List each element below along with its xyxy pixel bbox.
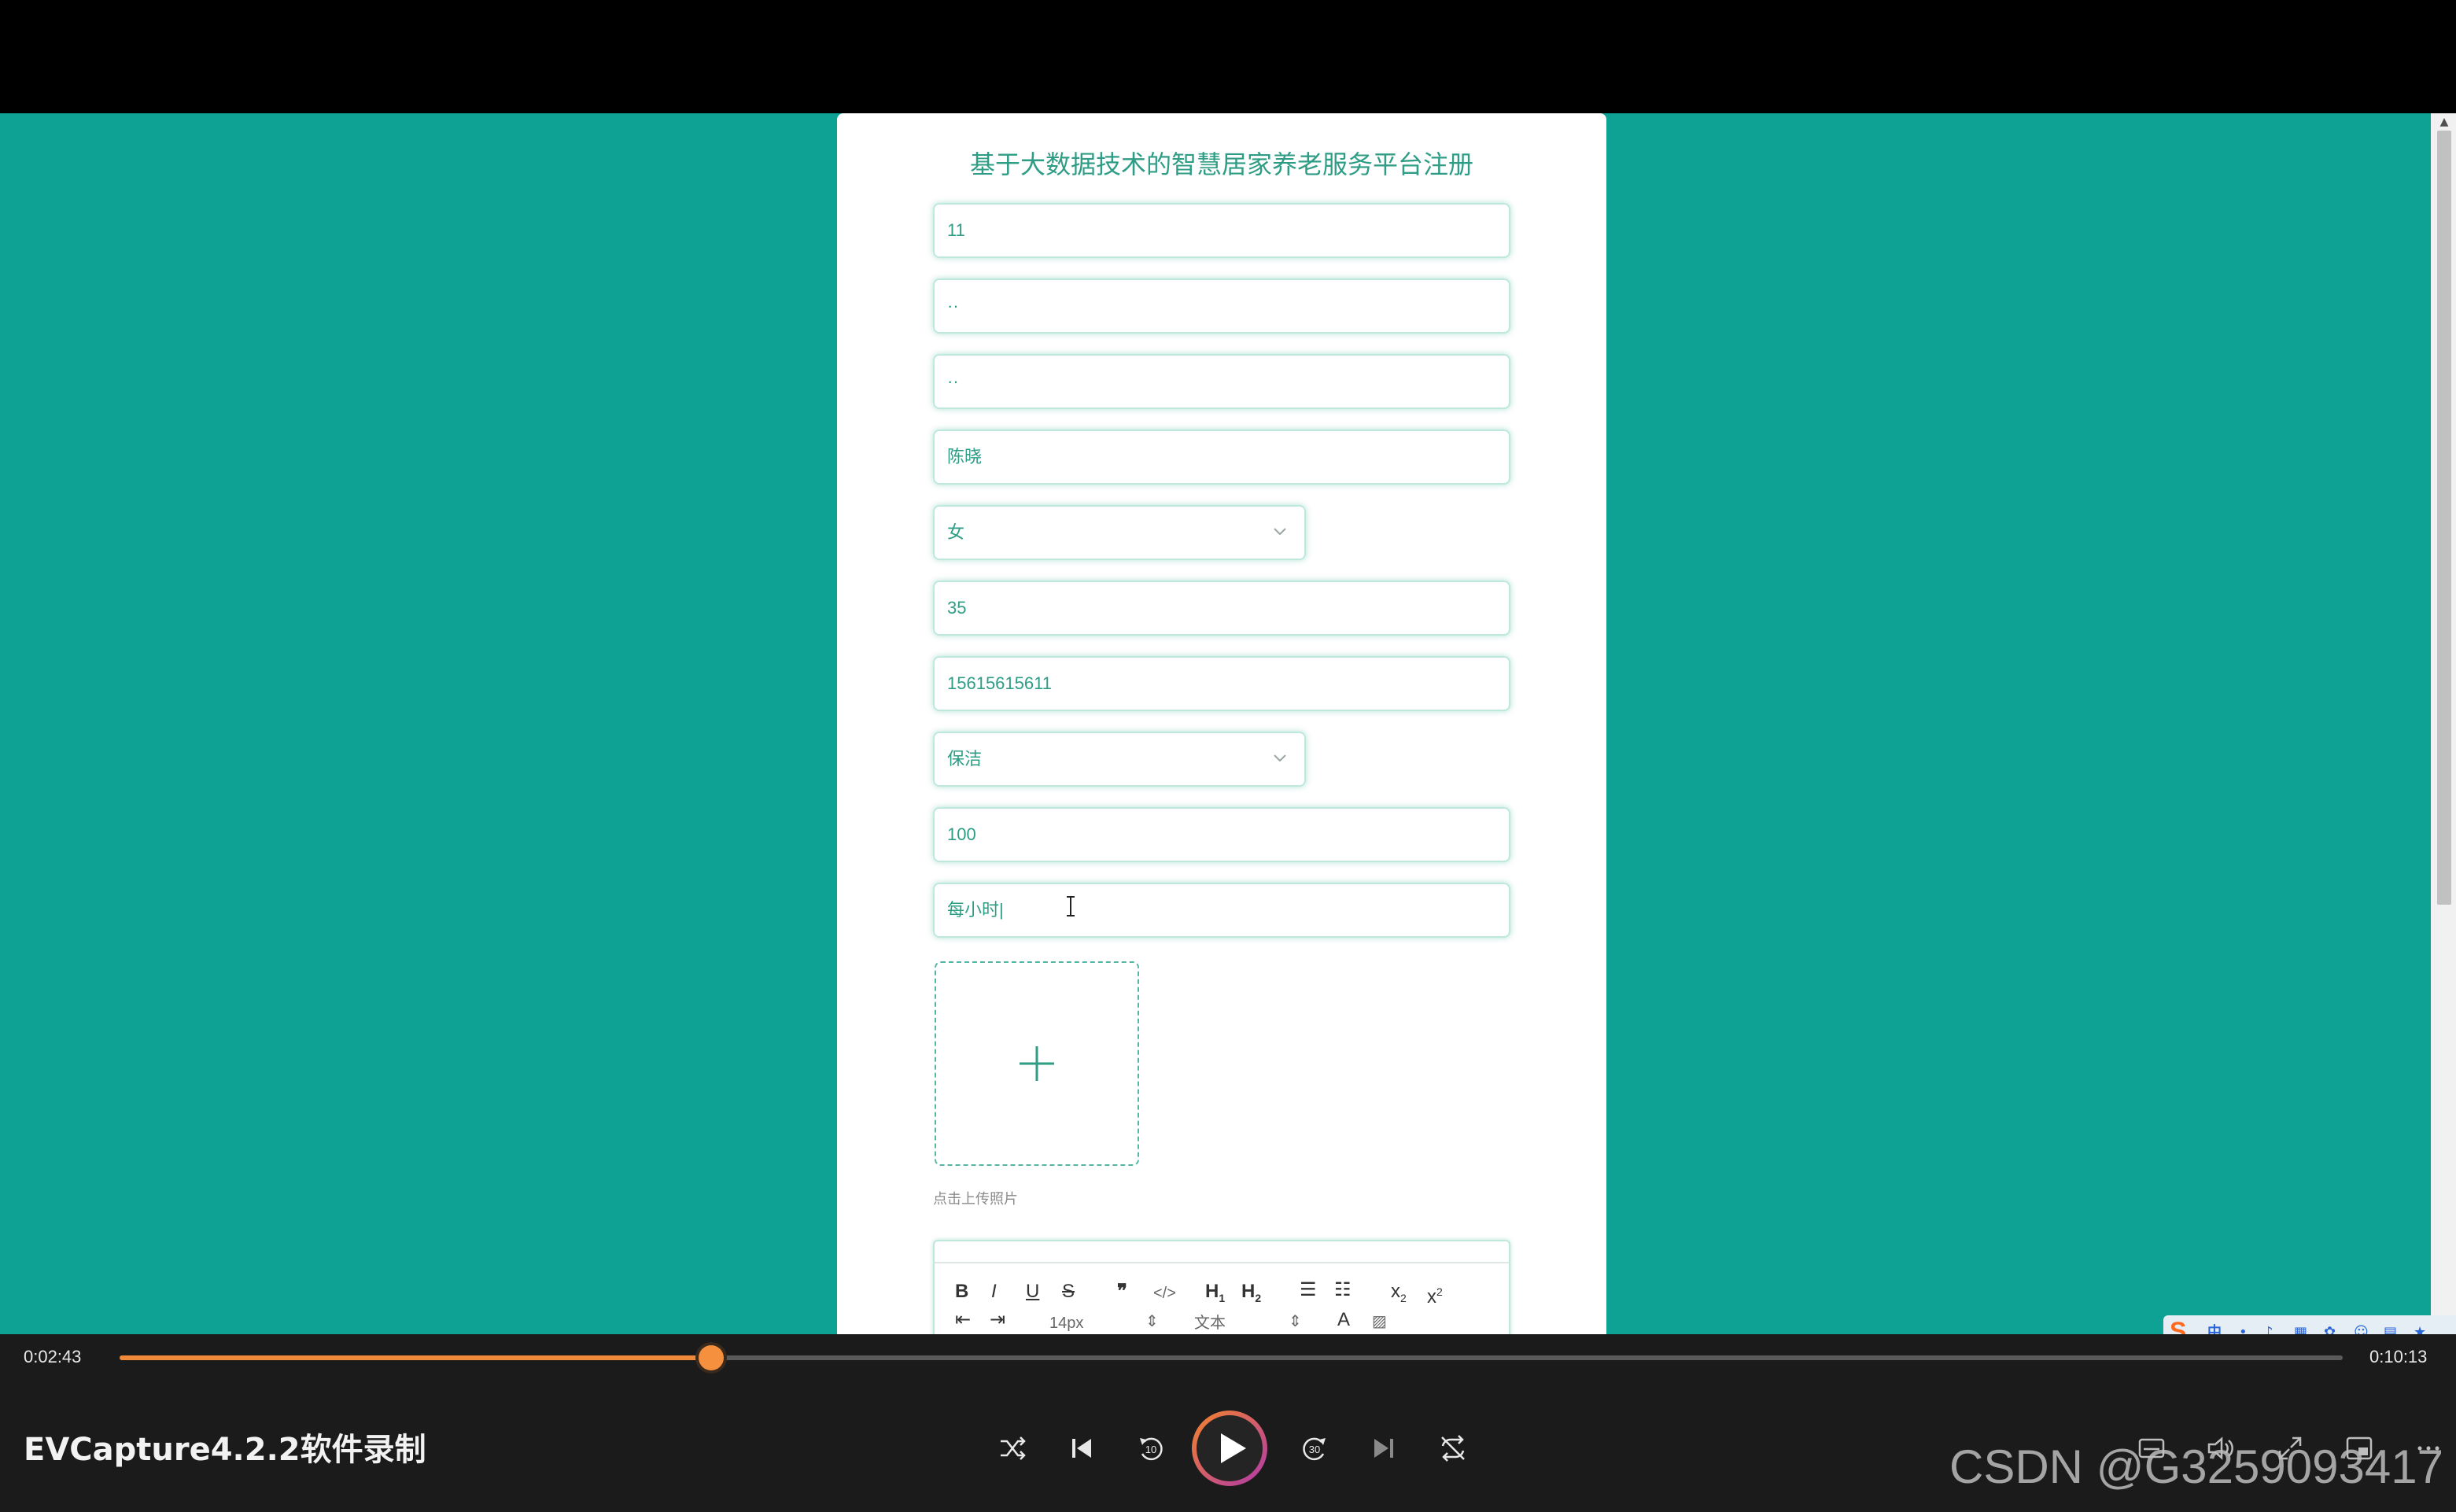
name-value: 陈晓 — [947, 447, 983, 467]
chevron-down-icon — [1274, 754, 1286, 762]
password-value: ·· — [947, 296, 959, 315]
heading1-icon[interactable]: H1 — [1205, 1281, 1225, 1309]
chevron-down-icon — [1274, 528, 1286, 536]
previous-track-icon[interactable] — [1064, 1430, 1100, 1466]
block-type-select[interactable]: 文本 — [1194, 1312, 1226, 1334]
gender-select[interactable]: 女 — [933, 505, 1306, 560]
name-input[interactable]: 陈晓 — [933, 430, 1510, 485]
progress-fill — [120, 1355, 711, 1360]
strikethrough-icon[interactable]: S — [1062, 1281, 1075, 1303]
progress-knob[interactable] — [699, 1345, 724, 1370]
current-time: 0:02:43 — [24, 1347, 82, 1366]
underline-icon[interactable]: U — [1026, 1281, 1039, 1303]
age-value: 35 — [947, 598, 967, 618]
shuffle-icon[interactable] — [994, 1430, 1031, 1466]
subscript-icon[interactable]: x2 — [1391, 1281, 1407, 1309]
photo-upload-button[interactable] — [935, 961, 1139, 1166]
bullet-list-icon[interactable]: ☷ — [1334, 1279, 1352, 1301]
indent-icon[interactable]: ⇥ — [990, 1309, 1005, 1331]
heading2-icon[interactable]: H2 — [1241, 1281, 1261, 1309]
price-unit-value: 每小时| — [947, 900, 1004, 920]
rewind-10-icon[interactable]: 10 — [1133, 1430, 1169, 1466]
editor-divider — [935, 1262, 1509, 1263]
font-color-icon[interactable]: A — [1337, 1309, 1350, 1331]
bold-icon[interactable]: B — [955, 1281, 968, 1303]
next-track-icon[interactable] — [1366, 1430, 1402, 1466]
password-input[interactable]: ·· — [933, 278, 1510, 334]
total-time: 0:10:13 — [2369, 1347, 2428, 1366]
svg-text:10: 10 — [1145, 1444, 1156, 1455]
plus-icon — [1020, 1046, 1054, 1081]
outdent-icon[interactable]: ⇤ — [955, 1309, 971, 1331]
background-color-icon[interactable]: ▨ — [1372, 1311, 1387, 1333]
play-button[interactable] — [1191, 1410, 1268, 1487]
font-size-chevron-icon: ⇕ — [1145, 1313, 1159, 1330]
registration-panel: 基于大数据技术的智慧居家养老服务平台注册 11 ·· ·· 陈晓 女 35 15… — [837, 113, 1606, 1397]
text-cursor-icon — [1067, 896, 1075, 916]
repeat-off-icon[interactable] — [1435, 1430, 1471, 1466]
upload-hint: 点击上传照片 — [933, 1191, 1018, 1207]
service-type-select[interactable]: 保洁 — [933, 732, 1306, 787]
svg-text:30: 30 — [1309, 1444, 1320, 1455]
phone-value: 15615615611 — [947, 673, 1052, 693]
video-title: EVCapture4.2.2软件录制 — [24, 1432, 426, 1468]
font-size-select[interactable]: 14px — [1049, 1312, 1083, 1334]
scroll-up-arrow-icon[interactable]: ▲ — [2437, 116, 2451, 127]
italic-icon[interactable]: I — [991, 1281, 997, 1303]
forward-30-icon[interactable]: 30 — [1296, 1430, 1333, 1466]
block-type-chevron-icon: ⇕ — [1289, 1313, 1302, 1330]
username-value: 11 — [947, 220, 965, 240]
video-letterbox-top — [0, 0, 2456, 113]
code-icon[interactable]: </> — [1153, 1282, 1176, 1304]
ordered-list-icon[interactable]: ☰ — [1300, 1279, 1317, 1301]
service-type-value: 保洁 — [947, 749, 983, 769]
age-input[interactable]: 35 — [933, 581, 1510, 636]
price-value: 100 — [947, 824, 976, 844]
page-title: 基于大数据技术的智慧居家养老服务平台注册 — [969, 149, 1473, 179]
price-unit-input[interactable]: 每小时| — [933, 883, 1510, 938]
screen: ▲ 基于大数据技术的智慧居家养老服务平台注册 11 ·· ·· 陈晓 女 35 … — [0, 0, 2456, 1512]
superscript-icon[interactable]: x2 — [1427, 1281, 1443, 1308]
scroll-thumb[interactable] — [2437, 131, 2451, 905]
price-input[interactable]: 100 — [933, 807, 1510, 862]
phone-input[interactable]: 15615615611 — [933, 656, 1510, 711]
watermark: CSDN @G3259093417 — [1949, 1440, 2443, 1493]
username-input[interactable]: 11 — [933, 203, 1510, 258]
confirm-password-input[interactable]: ·· — [933, 354, 1510, 409]
confirm-password-value: ·· — [947, 371, 959, 391]
gender-value: 女 — [947, 522, 965, 542]
blockquote-icon[interactable]: ❞ — [1117, 1281, 1127, 1303]
